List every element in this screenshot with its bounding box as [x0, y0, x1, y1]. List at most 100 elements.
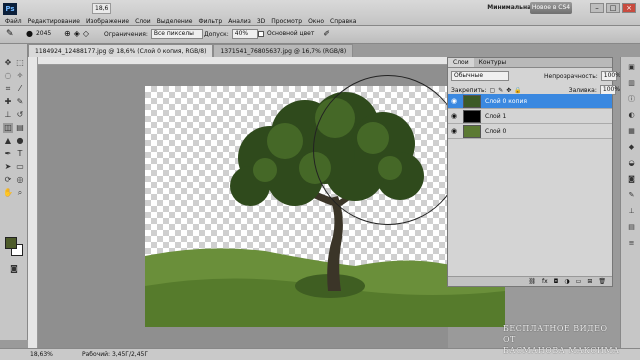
opacity-label: Непрозрачность:: [544, 72, 598, 80]
adjustment-layer-icon[interactable]: ◑: [564, 277, 569, 286]
sampling-once-icon[interactable]: ◈: [74, 29, 80, 38]
foreground-color-swatch[interactable]: [5, 237, 17, 249]
watermark-line-1: БЕСПЛАТНОЕ ВИДЕО ОТ: [503, 324, 608, 344]
tool-preset[interactable]: ✎: [6, 29, 14, 39]
clone-stamp-icon[interactable]: ⊥: [3, 110, 13, 120]
protect-foreground-checkbox[interactable]: [258, 30, 264, 37]
opacity-input[interactable]: 100%: [600, 71, 621, 81]
menu-filter[interactable]: Фильтр: [195, 17, 225, 26]
type-tool-icon[interactable]: T: [15, 149, 25, 159]
workspace-switcher[interactable]: Минимальная: [487, 4, 535, 11]
menu-image[interactable]: Изображение: [83, 17, 132, 26]
move-tool-icon[interactable]: ✥: [3, 58, 13, 68]
color-icon[interactable]: ◐: [627, 111, 636, 120]
path-select-icon[interactable]: ➤: [3, 162, 13, 172]
minimize-button[interactable]: –: [590, 3, 604, 13]
blend-mode-select[interactable]: Обычные: [451, 71, 509, 81]
sampling-continuous-icon[interactable]: ⊕: [64, 29, 71, 38]
lock-transparency-icon[interactable]: ▢: [490, 87, 496, 94]
new-in-cs4-button[interactable]: Новое в CS4: [530, 2, 572, 14]
history-brush-icon[interactable]: ↺: [15, 110, 25, 120]
brush-cursor: [313, 75, 463, 225]
3d-orbit-icon[interactable]: ◎: [15, 175, 25, 185]
sampling-background-icon[interactable]: ◇: [83, 29, 89, 38]
eraser-tool-icon[interactable]: ◫: [3, 123, 13, 133]
new-layer-icon[interactable]: ⊞: [587, 277, 592, 286]
visibility-eye-icon[interactable]: ◉: [451, 98, 459, 105]
swatches-icon[interactable]: ▦: [627, 127, 636, 136]
masks-icon[interactable]: ◙: [627, 175, 636, 184]
layer-name: Слой 1: [485, 113, 507, 120]
histogram-icon[interactable]: ▥: [627, 79, 636, 88]
dodge-tool-icon[interactable]: ●: [15, 136, 25, 146]
quick-select-icon[interactable]: ✧: [15, 71, 25, 81]
menu-file[interactable]: Файл: [2, 17, 25, 26]
healing-brush-icon[interactable]: ✚: [3, 97, 13, 107]
gradient-tool-icon[interactable]: ▤: [15, 123, 25, 133]
info-icon[interactable]: ⓘ: [627, 95, 636, 104]
lasso-tool-icon[interactable]: ◌: [3, 71, 13, 81]
delete-layer-icon[interactable]: 🗑: [598, 277, 606, 286]
3d-rotate-icon[interactable]: ⟳: [3, 175, 13, 185]
fx-icon[interactable]: fx: [542, 277, 548, 286]
tab-document-2[interactable]: 1371541_76805637.jpg @ 16,7% (RGB/8): [213, 44, 354, 57]
maximize-button[interactable]: □: [606, 3, 620, 13]
tab-paths[interactable]: Контуры: [474, 58, 511, 67]
layer-row[interactable]: ◉ Слой 0: [448, 124, 612, 139]
visibility-eye-icon[interactable]: ◉: [451, 128, 459, 135]
lock-brush-icon[interactable]: ✎: [498, 87, 503, 94]
tolerance-input[interactable]: 40%: [231, 29, 258, 39]
blur-tool-icon[interactable]: ▲: [3, 136, 13, 146]
menu-view[interactable]: Просмотр: [268, 17, 305, 26]
pen-tool-icon[interactable]: ✒: [3, 149, 13, 159]
menu-3d[interactable]: 3D: [254, 17, 268, 26]
brush-picker[interactable]: ● 2045: [26, 29, 51, 38]
link-layers-icon[interactable]: ⛓: [528, 277, 536, 286]
eyedropper-icon[interactable]: ⁄: [15, 84, 25, 94]
styles-icon[interactable]: ◆: [627, 143, 636, 152]
menu-layers[interactable]: Слои: [132, 17, 154, 26]
menu-edit[interactable]: Редактирование: [25, 17, 83, 26]
shape-tool-icon[interactable]: ▭: [15, 162, 25, 172]
layer-name: Слой 0: [485, 128, 507, 135]
brush-icon: ●: [26, 29, 33, 38]
lock-move-icon[interactable]: ✥: [506, 87, 511, 94]
visibility-eye-icon[interactable]: ◉: [451, 113, 459, 120]
tab-document-1[interactable]: 1184924_12488177.jpg @ 18,6% (Слой 0 коп…: [28, 44, 214, 57]
layers-icon[interactable]: ▤: [627, 223, 636, 232]
marquee-tool-icon[interactable]: ⬚: [15, 58, 25, 68]
layer-row[interactable]: ◉ Слой 0 копия: [448, 94, 612, 109]
hand-tool-icon[interactable]: ✋: [3, 188, 13, 198]
menu-select[interactable]: Выделение: [154, 17, 196, 26]
brush-size: 2045: [35, 30, 52, 37]
zoom-field[interactable]: 18,6: [92, 3, 112, 14]
navigator-icon[interactable]: ▣: [627, 63, 636, 72]
add-mask-icon[interactable]: ◘: [554, 277, 559, 286]
pen-pressure-icon[interactable]: ✐: [323, 29, 330, 38]
clone-source-icon[interactable]: ⊥: [627, 207, 636, 216]
menu-help[interactable]: Справка: [327, 17, 359, 26]
zoom-tool-icon[interactable]: ⌕: [15, 188, 25, 198]
tab-layers[interactable]: Слои: [448, 58, 474, 67]
new-group-icon[interactable]: ▭: [576, 277, 582, 286]
options-bar: ✎ ● 2045 ⊕ ◈ ◇ Ограничения: Все пикселы …: [0, 26, 640, 44]
layer-thumbnail: [463, 110, 481, 123]
limits-label: Ограничения:: [104, 30, 148, 38]
status-zoom[interactable]: 18,63%: [30, 351, 53, 358]
menu-window[interactable]: Окно: [305, 17, 327, 26]
close-button[interactable]: ×: [622, 3, 636, 13]
lock-all-icon[interactable]: 🔒: [514, 87, 521, 94]
limits-select[interactable]: Все пикселы: [150, 29, 203, 39]
brush-tool-icon[interactable]: ✎: [15, 97, 25, 107]
layer-row[interactable]: ◉ Слой 1: [448, 109, 612, 124]
channels-icon[interactable]: ≡: [627, 239, 636, 248]
crop-tool-icon[interactable]: ⌗: [3, 84, 13, 94]
watermark: БЕСПЛАТНОЕ ВИДЕО ОТ БАСМАНОВА МАКСИМА: [503, 323, 623, 356]
adjustments-icon[interactable]: ◒: [627, 159, 636, 168]
layer-thumbnail: [463, 95, 481, 108]
photoshop-logo: Ps: [3, 3, 17, 15]
quick-mask-icon[interactable]: ◙: [9, 264, 19, 274]
limits-group: Ограничения: Все пикселы: [104, 29, 203, 39]
menu-analysis[interactable]: Анализ: [225, 17, 254, 26]
brushes-icon[interactable]: ✎: [627, 191, 636, 200]
